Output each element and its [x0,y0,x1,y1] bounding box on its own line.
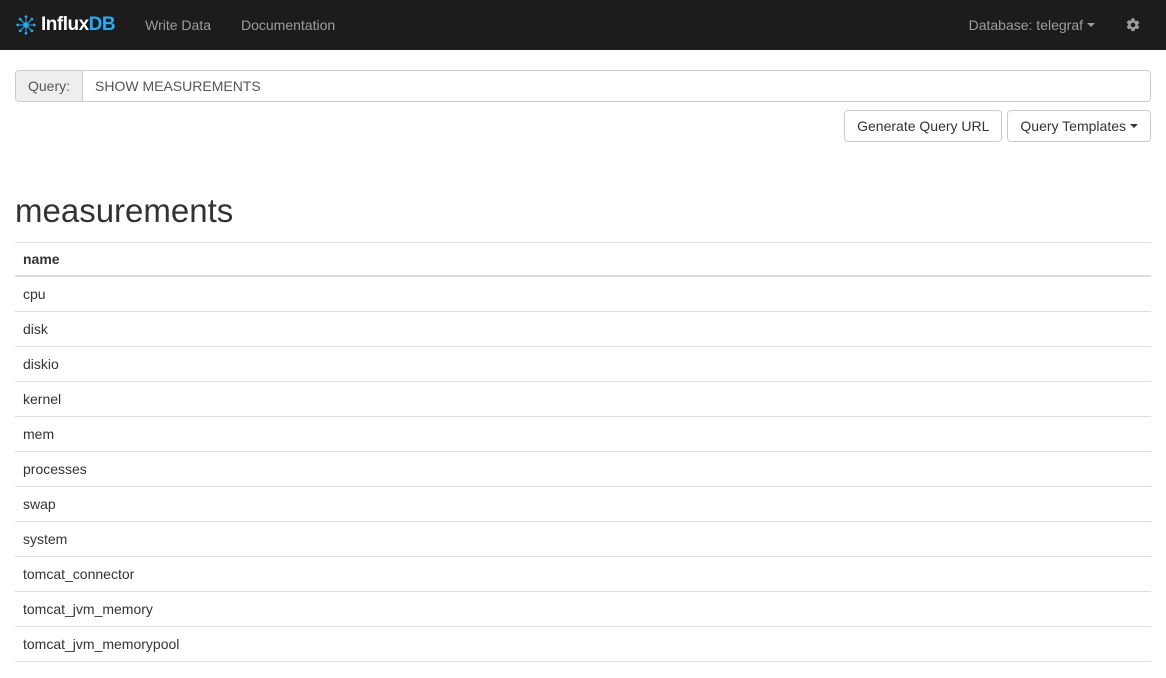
influxdb-logo-icon [15,14,37,36]
table-cell: swap [15,487,1151,522]
table-row: cpu [15,276,1151,312]
caret-down-icon [1087,23,1095,27]
table-cell: disk [15,312,1151,347]
generate-query-url-button[interactable]: Generate Query URL [844,110,1002,142]
table-cell: mem [15,417,1151,452]
query-bar: Query: [15,70,1151,102]
caret-down-icon [1130,124,1138,128]
table-row: kernel [15,382,1151,417]
column-header-name: name [15,243,1151,277]
table-cell: processes [15,452,1151,487]
query-label: Query: [16,71,83,101]
gear-icon [1125,17,1141,33]
brand-text: InfluxDB [41,14,115,36]
table-cell: tomcat_jvm_memorypool [15,627,1151,662]
nav-right: Database: telegraf [954,2,1151,48]
table-cell: system [15,522,1151,557]
action-buttons: Generate Query URL Query Templates [15,110,1151,142]
table-row: tomcat_jvm_memorypool [15,627,1151,662]
table-row: disk [15,312,1151,347]
table-row: mem [15,417,1151,452]
table-row: swap [15,487,1151,522]
database-label: Database: telegraf [969,17,1083,33]
results-title: measurements [15,192,1151,230]
results: measurements name cpudiskdiskiokernelmem… [15,192,1151,662]
table-row: processes [15,452,1151,487]
table-row: tomcat_jvm_memory [15,592,1151,627]
table-cell: tomcat_jvm_memory [15,592,1151,627]
table-cell: diskio [15,347,1151,382]
query-input[interactable] [83,71,1150,101]
query-templates-button[interactable]: Query Templates [1007,110,1151,142]
nav-left: Write Data Documentation [130,2,350,48]
table-row: diskio [15,347,1151,382]
table-row: system [15,522,1151,557]
database-selector[interactable]: Database: telegraf [954,2,1110,48]
results-table: name cpudiskdiskiokernelmemprocessesswap… [15,242,1151,662]
query-templates-label: Query Templates [1020,118,1126,134]
navbar: InfluxDB Write Data Documentation Databa… [0,0,1166,50]
settings-button[interactable] [1110,2,1151,48]
table-row: tomcat_connector [15,557,1151,592]
nav-link-write-data[interactable]: Write Data [130,2,226,48]
table-cell: tomcat_connector [15,557,1151,592]
table-cell: kernel [15,382,1151,417]
content: Query: Generate Query URL Query Template… [0,50,1166,662]
table-cell: cpu [15,276,1151,312]
brand[interactable]: InfluxDB [15,14,130,36]
nav-link-documentation[interactable]: Documentation [226,2,350,48]
